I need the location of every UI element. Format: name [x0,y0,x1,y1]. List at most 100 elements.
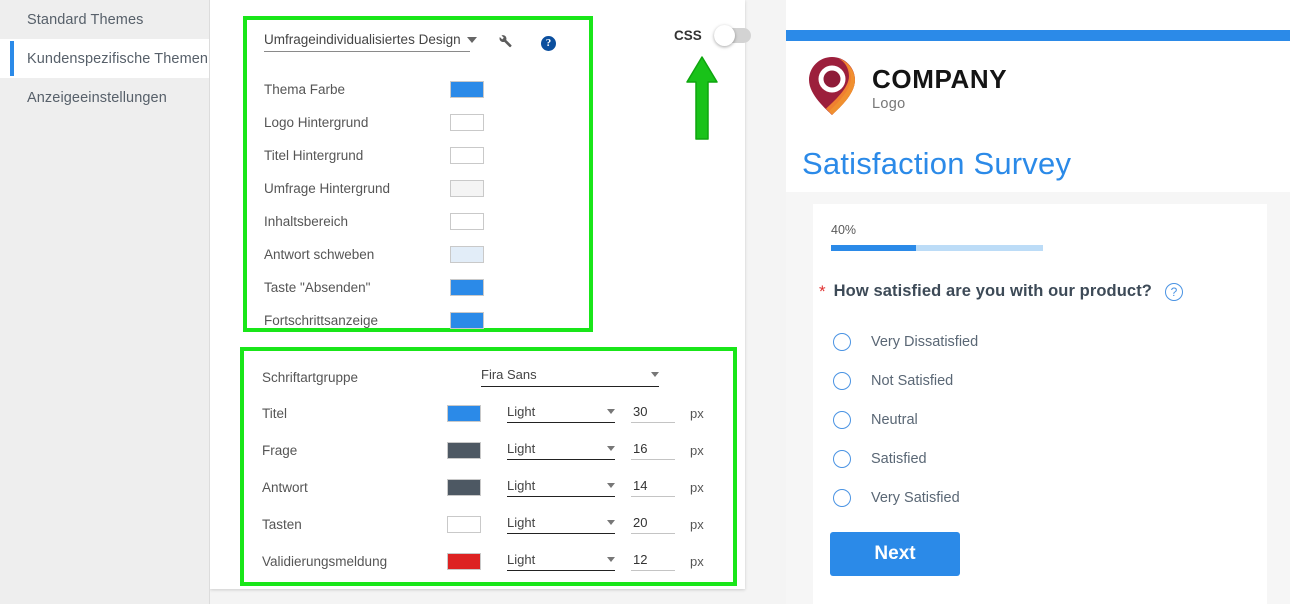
progress-track [831,245,1043,251]
font-weight-dropdown-validation[interactable]: Light [507,552,615,571]
font-weight-value: Light [507,404,536,419]
logo-subtext: Logo [872,95,906,112]
color-row: Titel Hintergrund [247,139,589,172]
preview-logo: COMPANY Logo [805,55,1007,122]
color-row-label: Fortschrittsanzeige [264,313,379,328]
color-swatch-submit-button[interactable] [450,279,484,296]
radio-button[interactable] [833,488,851,507]
color-row: Logo Hintergrund [247,106,589,139]
question-text: How satisfied are you with our product? [833,282,1152,300]
option-row[interactable]: Satisfied [833,439,978,478]
option-row[interactable]: Not Satisfied [833,361,978,400]
css-toggle-label: CSS [674,28,702,43]
color-swatch-content-area[interactable] [450,213,484,230]
chevron-down-icon [651,372,659,377]
theme-select-value: Umfrageindividualisiertes Design [264,32,461,47]
font-color-swatch-title[interactable] [447,405,481,422]
survey-title: Satisfaction Survey [802,146,1072,181]
sidebar-item-standard-themes[interactable]: Standard Themes [0,0,209,39]
sidebar-item-display-settings[interactable]: Anzeigeeinstellungen [0,78,209,117]
color-row: Thema Farbe [247,73,589,106]
theme-select-dropdown[interactable]: Umfrageindividualisiertes Design [264,32,477,52]
color-swatch-title-background[interactable] [450,147,484,164]
css-toggle-switch[interactable] [713,25,751,46]
font-color-swatch-validation[interactable] [447,553,481,570]
font-row-label: Titel [262,406,288,421]
font-weight-dropdown-question[interactable]: Light [507,441,615,460]
font-size-unit: px [690,517,704,532]
font-row: Tasten Light 20 px [244,506,733,543]
font-settings-panel: Schriftartgruppe Fira Sans Titel Light 3… [240,347,737,586]
theme-toolbar-icons: ? [496,32,556,54]
font-weight-dropdown-buttons[interactable]: Light [507,515,615,534]
color-row-label: Antwort schweben [264,247,375,262]
radio-button[interactable] [833,371,851,390]
option-label: Very Dissatisfied [871,333,979,350]
font-size-input-answer[interactable]: 14 [631,478,675,497]
question-help-icon[interactable]: ? [1164,282,1183,301]
color-row: Antwort schweben [247,238,589,271]
survey-body-background: 40% * How satisfied are you with our pro… [786,192,1290,604]
progress-percent-label: 40% [831,223,857,237]
color-swatch-answer-hover[interactable] [450,246,484,263]
theme-colors-panel: Umfrageindividualisiertes Design ? Thema… [243,16,593,332]
survey-preview: COMPANY Logo Satisfaction Survey 40% * H… [786,0,1313,604]
chevron-down-icon [607,409,615,414]
sidebar-item-label: Standard Themes [27,11,144,28]
option-row[interactable]: Very Dissatisfied [833,322,978,361]
font-color-swatch-question[interactable] [447,442,481,459]
font-rows-list: Schriftartgruppe Fira Sans Titel Light 3… [244,359,733,580]
radio-button[interactable] [833,332,851,351]
color-swatch-logo-background[interactable] [450,114,484,131]
font-size-unit: px [690,406,704,421]
font-row: Titel Light 30 px [244,395,733,432]
font-weight-dropdown-answer[interactable]: Light [507,478,615,497]
font-size-input-validation[interactable]: 12 [631,552,675,571]
option-label: Not Satisfied [871,372,954,389]
toggle-knob [713,25,735,46]
color-rows-list: Thema Farbe Logo Hintergrund Titel Hinte… [247,73,589,337]
survey-progress: 40% [831,223,1043,251]
color-row-label: Umfrage Hintergrund [264,181,391,196]
survey-question: * How satisfied are you with our product… [819,282,1183,301]
font-group-label: Schriftartgruppe [262,369,359,385]
color-row: Taste "Absenden" [247,271,589,304]
chevron-down-icon [607,483,615,488]
chevron-down-icon [607,557,615,562]
font-size-unit: px [690,554,704,569]
next-button[interactable]: Next [830,532,960,576]
option-label: Satisfied [871,450,927,467]
font-weight-dropdown-title[interactable]: Light [507,404,615,423]
option-row[interactable]: Very Satisfied [833,478,978,517]
font-size-input-title[interactable]: 30 [631,404,675,423]
sidebar-item-custom-themes[interactable]: Kundenspezifische Themen [0,39,209,78]
preview-top-bar [786,30,1290,41]
font-color-swatch-buttons[interactable] [447,516,481,533]
radio-button[interactable] [833,449,851,468]
font-color-swatch-answer[interactable] [447,479,481,496]
color-row-label: Titel Hintergrund [264,148,364,163]
font-size-unit: px [690,443,704,458]
color-swatch-progress-bar[interactable] [450,312,484,329]
font-weight-value: Light [507,441,536,456]
option-row[interactable]: Neutral [833,400,978,439]
help-icon[interactable]: ? [541,35,556,51]
color-swatch-theme-color[interactable] [450,81,484,98]
font-weight-value: Light [507,478,536,493]
survey-content-card: 40% * How satisfied are you with our pro… [813,204,1267,604]
radio-button[interactable] [833,410,851,429]
logo-text: COMPANY Logo [872,66,1007,112]
font-family-dropdown[interactable]: Fira Sans [481,367,659,387]
font-weight-value: Light [507,552,536,567]
color-swatch-survey-background[interactable] [450,180,484,197]
font-size-unit: px [690,480,704,495]
font-row: Frage Light 16 px [244,432,733,469]
wrench-icon[interactable] [496,32,513,54]
font-size-input-question[interactable]: 16 [631,441,675,460]
font-size-input-buttons[interactable]: 20 [631,515,675,534]
sidebar-item-label: Anzeigeeinstellungen [27,89,167,106]
font-family-value: Fira Sans [481,367,537,382]
font-weight-value: Light [507,515,536,530]
font-row-label: Frage [262,443,298,458]
font-row: Antwort Light 14 px [244,469,733,506]
